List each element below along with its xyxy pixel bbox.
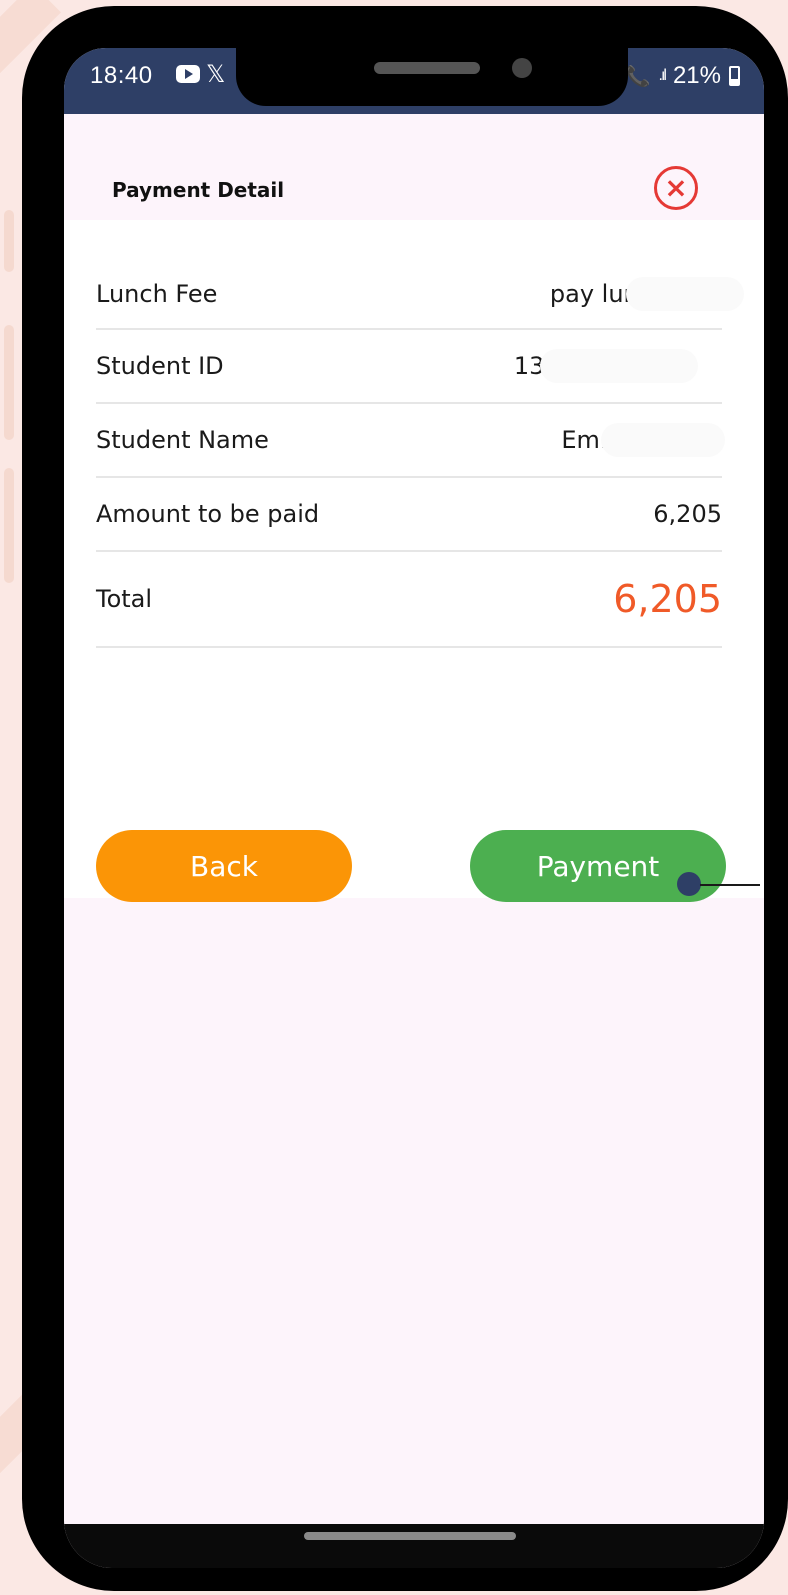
header: Payment Detail ×	[64, 114, 764, 220]
detail-label: Amount to be paid	[96, 500, 320, 528]
detail-label: Student ID	[96, 352, 224, 380]
back-button[interactable]: Back	[96, 830, 352, 902]
detail-value: 6,205	[653, 500, 722, 528]
battery-percent: 21%	[672, 62, 721, 89]
tap-indicator-dot	[677, 872, 701, 896]
total-value: 6,205	[613, 577, 722, 621]
detail-row-lunch-fee: Lunch Fee pay lunch for '	[96, 260, 744, 330]
background-decoration	[4, 325, 14, 440]
detail-label: Lunch Fee	[96, 280, 218, 308]
signal-bars-icon: .ıl	[658, 67, 668, 84]
close-button[interactable]: ×	[654, 166, 698, 210]
detail-label: Student Name	[96, 426, 269, 454]
close-icon: ×	[664, 171, 688, 204]
total-label: Total	[96, 585, 153, 613]
phone-frame: 18:40 𝕏 📞 .ıl 21% Payment Detail × Lunch…	[22, 6, 788, 1591]
redaction-mask	[601, 423, 726, 457]
camera-notch	[236, 48, 628, 106]
tap-indicator-line	[700, 884, 760, 886]
total-row: Total 6,205	[96, 552, 722, 648]
page-title: Payment Detail	[112, 178, 285, 202]
wifi-call-icon: 📞	[625, 65, 651, 88]
payment-button[interactable]: Payment	[470, 830, 760, 902]
payment-button-label: Payment	[536, 849, 660, 883]
status-right-icons: 📞 .ıl 21%	[626, 62, 740, 90]
detail-row-student-id: Student ID 13·	[96, 330, 722, 404]
background-decoration	[4, 468, 14, 583]
detail-row-amount: Amount to be paid 6,205	[96, 478, 722, 552]
detail-value: 13·	[514, 349, 698, 383]
front-camera	[512, 58, 532, 78]
system-nav-bar	[64, 1524, 764, 1568]
x-twitter-icon: 𝕏	[206, 60, 226, 88]
app-screen: 18:40 𝕏 📞 .ıl 21% Payment Detail × Lunch…	[64, 48, 764, 1568]
status-time: 18:40	[90, 62, 153, 89]
youtube-icon	[176, 65, 200, 83]
background-decoration	[4, 210, 14, 272]
detail-value: Em:	[561, 423, 726, 457]
detail-row-student-name: Student Name Em:	[96, 404, 726, 478]
battery-icon	[729, 66, 740, 86]
speaker-grille	[374, 62, 480, 74]
status-notification-icons: 𝕏	[176, 60, 226, 88]
detail-value: pay lunch for '	[550, 277, 744, 311]
payment-detail-card: Lunch Fee pay lunch for ' Student ID 13·…	[64, 220, 764, 902]
redaction-mask	[539, 349, 698, 383]
home-indicator[interactable]	[304, 1532, 516, 1540]
redaction-mask	[626, 277, 744, 311]
